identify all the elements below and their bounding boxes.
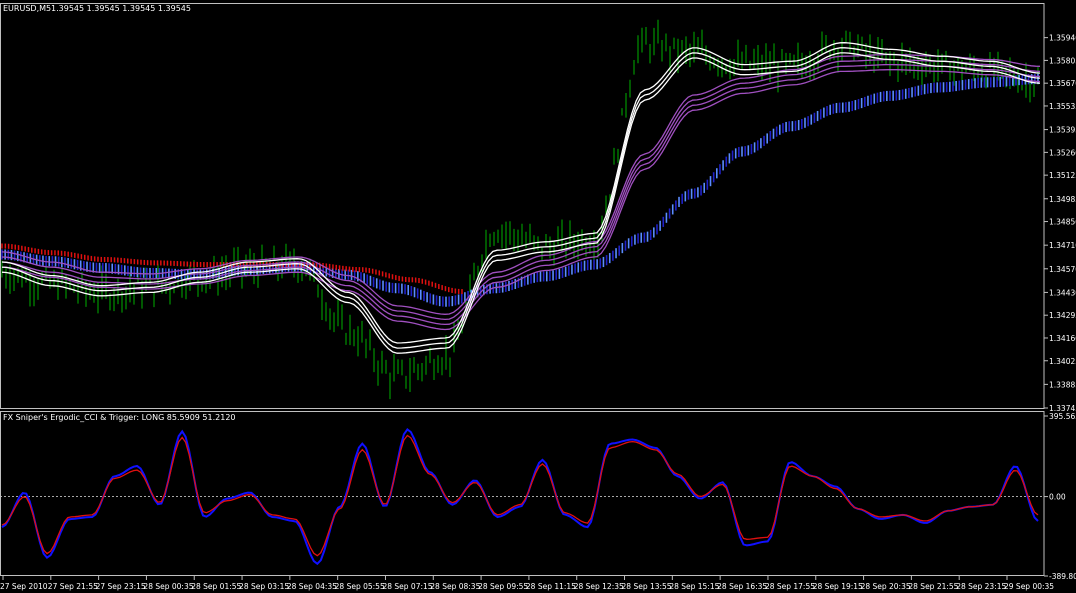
- x-tick-label: 28 Sep 23:15: [956, 582, 1006, 591]
- x-tick-label: 28 Sep 03:15: [239, 582, 289, 591]
- x-tick-label: 28 Sep 11:15: [526, 582, 576, 591]
- symbol-title: EURUSD,M5: [3, 4, 51, 13]
- y-tick-label: 1.33885: [1049, 380, 1076, 389]
- x-tick-label: 29 Sep 00:35: [1004, 582, 1054, 591]
- x-tick-label: 28 Sep 07:15: [382, 582, 432, 591]
- ind-tick-label: -389.800: [1049, 572, 1076, 581]
- x-tick-label: 28 Sep 16:35: [717, 582, 767, 591]
- x-tick-label: 28 Sep 05:55: [335, 582, 385, 591]
- y-tick-label: 1.35125: [1049, 171, 1076, 180]
- y-tick-label: 1.35260: [1049, 148, 1076, 157]
- x-tick-label: 28 Sep 12:35: [574, 582, 624, 591]
- y-tick-label: 1.34430: [1049, 288, 1076, 297]
- x-tick-label: 28 Sep 04:35: [287, 582, 337, 591]
- y-tick-label: 1.35535: [1049, 102, 1076, 111]
- y-tick-label: 1.34025: [1049, 357, 1076, 366]
- x-tick-label: 28 Sep 13:55: [622, 582, 672, 591]
- ind-tick-label: 395.5654: [1049, 412, 1076, 421]
- x-tick-label: 28 Sep 15:15: [669, 582, 719, 591]
- x-tick-label: 28 Sep 09:55: [478, 582, 528, 591]
- x-tick-label: 28 Sep 19:15: [813, 582, 863, 591]
- x-tick-label: 28 Sep 08:35: [430, 582, 480, 591]
- x-tick-label: 28 Sep 01:55: [191, 582, 241, 591]
- y-tick-label: 1.34295: [1049, 311, 1076, 320]
- ohlc-readout: 1.39545 1.39545 1.39545 1.39545: [51, 4, 191, 13]
- x-tick-label: 28 Sep 20:35: [861, 582, 911, 591]
- indicator-title: FX Sniper's Ergodic_CCI & Trigger: LONG …: [3, 413, 236, 422]
- y-tick-label: 1.35940: [1049, 34, 1076, 43]
- x-tick-label: 27 Sep 21:55: [48, 582, 98, 591]
- chart-canvas[interactable]: 1.35940 1.35805 1.35670 1.35535 1.35395 1.352…: [0, 0, 1076, 593]
- y-tick-label: 1.34710: [1049, 241, 1076, 250]
- x-tick-label: 27 Sep 23:15: [96, 582, 146, 591]
- x-tick-label: 28 Sep 17:55: [765, 582, 815, 591]
- y-tick-label: 1.34160: [1049, 334, 1076, 343]
- ind-tick-label: 0.00: [1049, 493, 1066, 502]
- y-tick-label: 1.35805: [1049, 56, 1076, 65]
- y-tick-label: 1.34570: [1049, 265, 1076, 274]
- x-tick-label: 27 Sep 2010: [0, 582, 48, 591]
- y-tick-label: 1.34850: [1049, 218, 1076, 227]
- y-tick-label: 1.34985: [1049, 195, 1076, 204]
- y-tick-label: 1.35395: [1049, 126, 1076, 135]
- x-tick-label: 28 Sep 21:55: [908, 582, 958, 591]
- x-tick-label: 28 Sep 00:35: [143, 582, 193, 591]
- y-tick-label: 1.35670: [1049, 79, 1076, 88]
